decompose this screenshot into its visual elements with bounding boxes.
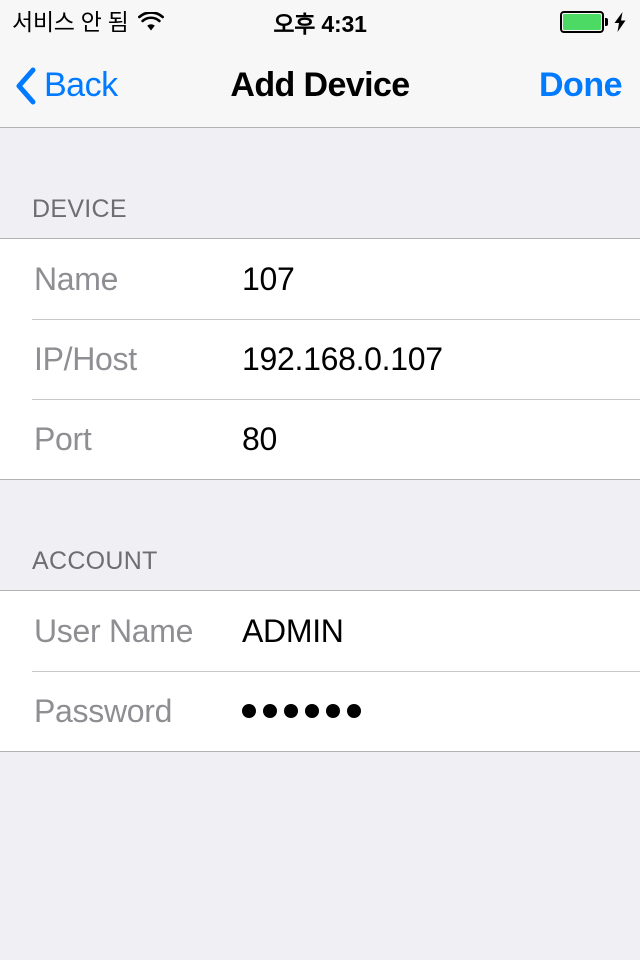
row-password[interactable]: Password [0, 671, 640, 751]
settings-form: DEVICE Name 107 IP/Host 192.168.0.107 Po… [0, 128, 640, 960]
table-group-device: Name 107 IP/Host 192.168.0.107 Port 80 [0, 238, 640, 480]
row-port-value[interactable]: 80 [242, 421, 277, 458]
done-button[interactable]: Done [539, 44, 623, 127]
row-password-label: Password [34, 692, 173, 729]
battery-full-icon [560, 11, 608, 33]
row-name-label: Name [34, 260, 119, 297]
section-header-device: DEVICE [32, 195, 127, 223]
row-password-value[interactable] [242, 704, 361, 718]
password-dot [347, 704, 361, 718]
row-user-name-label: User Name [34, 612, 194, 649]
status-bar-right [560, 0, 628, 44]
empty-area [0, 752, 640, 960]
lightning-bolt-icon [612, 11, 628, 33]
row-port[interactable]: Port 80 [0, 399, 640, 479]
row-ip-host[interactable]: IP/Host 192.168.0.107 [0, 319, 640, 399]
row-name-value[interactable]: 107 [242, 261, 295, 298]
password-dot [242, 704, 256, 718]
row-name[interactable]: Name 107 [0, 239, 640, 319]
password-dot [305, 704, 319, 718]
row-ip-host-value[interactable]: 192.168.0.107 [242, 341, 443, 378]
status-bar-center: 오후 4:31 [0, 0, 640, 44]
status-bar: 서비스 안 됨 오후 4:31 [0, 0, 640, 44]
section-header-account: ACCOUNT [32, 547, 158, 575]
row-user-name-value[interactable]: ADMIN [242, 613, 344, 650]
password-dot [284, 704, 298, 718]
row-user-name[interactable]: User Name ADMIN [0, 591, 640, 671]
clock-label: 오후 4:31 [273, 11, 367, 37]
password-dot [326, 704, 340, 718]
row-ip-host-label: IP/Host [34, 340, 137, 377]
screen: 서비스 안 됨 오후 4:31 Back Add Device Done DEV… [0, 0, 640, 960]
row-port-label: Port [34, 420, 92, 457]
table-group-account: User Name ADMIN Password [0, 590, 640, 752]
password-dot [263, 704, 277, 718]
navigation-bar: Back Add Device Done [0, 44, 640, 128]
